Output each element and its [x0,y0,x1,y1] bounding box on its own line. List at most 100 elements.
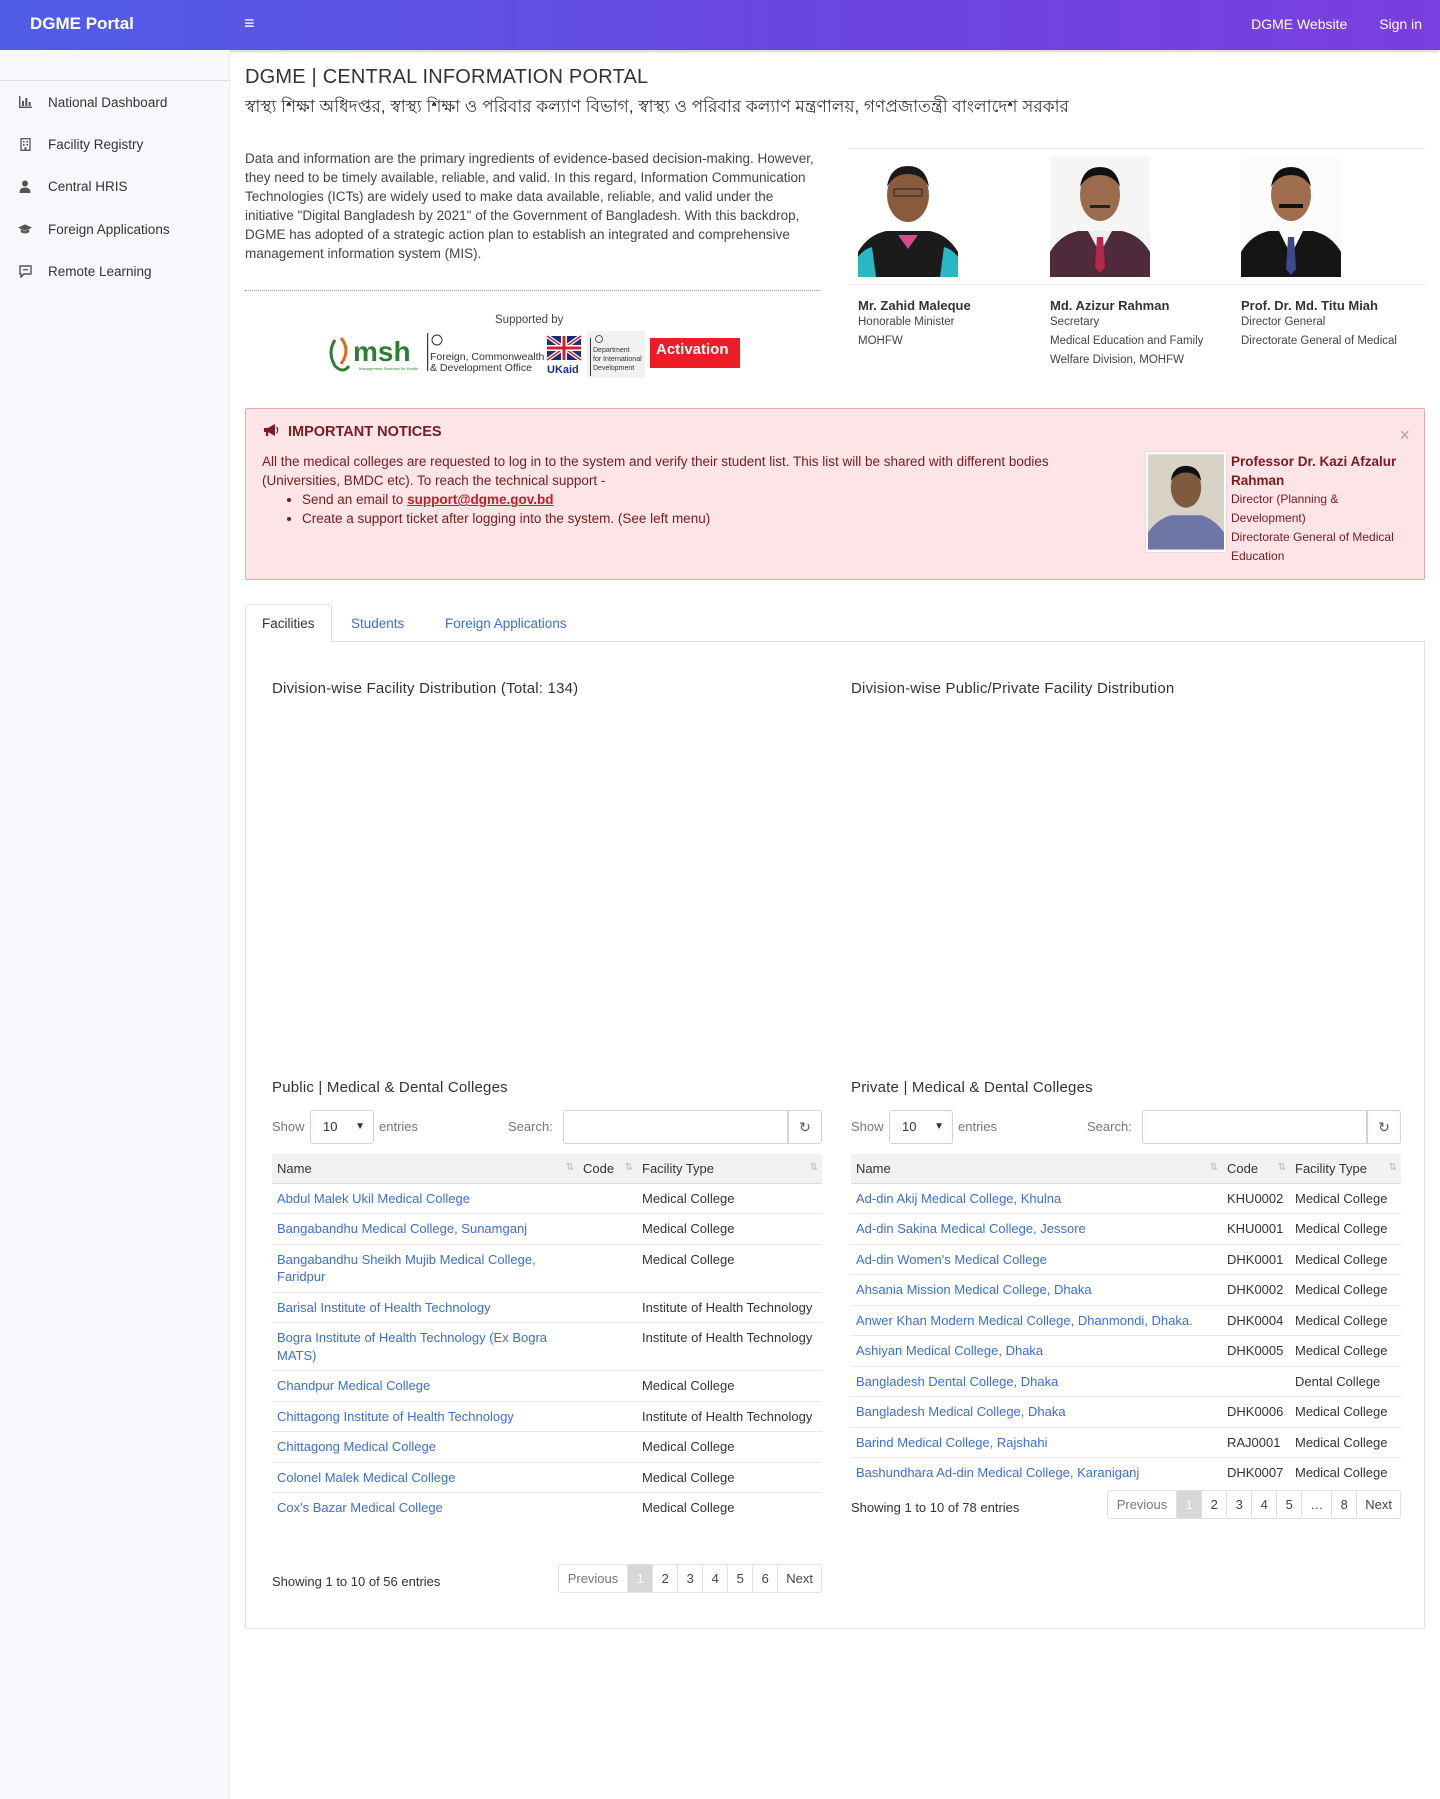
facility-link[interactable]: Ad-din Akij Medical College, Khulna [856,1191,1061,1206]
page-button[interactable]: 4 [1251,1491,1276,1518]
cell-name: Ad-din Akij Medical College, Khulna [851,1183,1222,1214]
facility-link[interactable]: Bogra Institute of Health Technology (Ex… [277,1330,547,1363]
page-button[interactable]: 4 [702,1565,727,1592]
divider [245,290,821,291]
sidebar-item-label: Central HRIS [48,178,128,194]
page-button[interactable]: 2 [652,1565,677,1592]
table-row: Barind Medical College, Rajshahi RAJ0001 M… [851,1426,1401,1458]
previous-page-button[interactable]: Previous [1108,1491,1177,1518]
table-row: Bangabandhu Sheikh Mujib Medical College… [272,1243,822,1292]
cell-code [578,1291,637,1323]
cell-facility-type: Medical College [1290,1274,1401,1305]
table-row: Chittagong Institute of Health Technolog… [272,1400,822,1432]
column-header-facility-type[interactable]: Facility Type ⇅ [1290,1154,1401,1184]
facility-link[interactable]: Ahsania Mission Medical College, Dhaka [856,1282,1092,1297]
cell-facility-type: Medical College [637,1431,822,1462]
search-input[interactable] [1142,1110,1367,1144]
sidebar-item-facility-registry[interactable]: Facility Registry [0,125,230,163]
brand-link[interactable]: DGME Portal [30,14,134,34]
cell-name: Ahsania Mission Medical College, Dhaka [851,1274,1222,1305]
sidebar-item-central-hris[interactable]: Central HRIS [0,167,230,205]
previous-page-button[interactable]: Previous [559,1565,628,1592]
public-colleges-table: Show 10 ▼ entries Search: ↻ Name ⇅ Code ⇅ F… [272,1110,822,1593]
notice-person-name: Professor Dr. Kazi Afzalur Rahman [1231,454,1397,488]
facility-link[interactable]: Bangabandhu Sheikh Mujib Medical College… [277,1252,536,1285]
tab-facilities[interactable]: Facilities [245,604,332,643]
svg-text:Development: Development [593,365,634,372]
sidebar-item-remote-learning[interactable]: Remote Learning [0,252,230,290]
leader-org: Welfare Division, MOHFW [1050,354,1184,366]
sidebar-item-national-dashboard[interactable]: National Dashboard [0,83,230,121]
page-button[interactable]: 3 [1226,1491,1251,1518]
next-page-button[interactable]: Next [777,1565,821,1592]
close-icon[interactable]: × [1399,425,1410,446]
page-button[interactable]: 3 [677,1565,702,1592]
divider [848,148,1425,149]
page-size-select[interactable]: 10 ▼ [310,1110,374,1144]
cell-code [578,1322,637,1371]
page-button[interactable]: 1 [627,1565,653,1592]
cell-name: Bangabandhu Sheikh Mujib Medical College… [272,1243,578,1292]
search-input[interactable] [563,1110,788,1144]
page-button[interactable]: 1 [1176,1491,1202,1518]
page-button[interactable]: 5 [727,1565,752,1592]
next-page-button[interactable]: Next [1356,1491,1400,1518]
tab-foreign-applications[interactable]: Foreign Applications [429,604,583,643]
column-header-code[interactable]: Code ⇅ [578,1154,637,1184]
facility-link[interactable]: Bangabandhu Medical College, Sunamganj [277,1221,527,1236]
refresh-button[interactable]: ↻ [788,1110,822,1144]
support-email-link[interactable]: support@dgme.gov.bd [407,492,553,507]
intro-text: Data and information are the primary ing… [245,151,814,261]
column-header-code[interactable]: Code ⇅ [1222,1154,1290,1184]
cell-name: Chittagong Institute of Health Technolog… [272,1400,578,1432]
dgme-website-link[interactable]: DGME Website [1251,16,1347,32]
facility-link[interactable]: Anwer Khan Modern Medical College, Dhanm… [856,1313,1193,1328]
page-button[interactable]: 2 [1201,1491,1226,1518]
facility-link[interactable]: Chittagong Institute of Health Technolog… [277,1409,514,1424]
page-size-value: 10 [323,1119,338,1134]
facility-link[interactable]: Cox's Bazar Medical College [277,1500,443,1515]
sidebar-item-foreign-applications[interactable]: Foreign Applications [0,210,230,248]
sort-icon: ⇅ [1277,1162,1287,1173]
facility-link[interactable]: Chandpur Medical College [277,1378,430,1393]
notice-person-role: Development) [1231,511,1306,525]
leader-org: Medical Education and Family [1050,335,1204,347]
facility-link[interactable]: Ad-din Sakina Medical College, Jessore [856,1221,1086,1236]
activation-logo: Activation [650,338,740,368]
facility-link[interactable]: Bangladesh Medical College, Dhaka [856,1404,1066,1419]
page-size-select[interactable]: 10 ▼ [889,1110,953,1144]
column-header-name[interactable]: Name ⇅ [851,1154,1222,1184]
cell-facility-type: Medical College [1290,1213,1401,1244]
list-item: Send an email to support@dgme.gov.bd [302,490,1122,509]
tab-students[interactable]: Students [335,604,420,643]
facility-link[interactable]: Colonel Malek Medical College [277,1470,455,1485]
menu-toggle-icon[interactable]: ≡ [244,13,255,34]
column-header-facility-type[interactable]: Facility Type ⇅ [637,1154,822,1184]
page-button[interactable]: 6 [752,1565,777,1592]
facility-link[interactable]: Abdul Malek Ukil Medical College [277,1191,470,1206]
facility-link[interactable]: Barisal Institute of Health Technology [277,1300,491,1315]
facility-link[interactable]: Bashundhara Ad-din Medical College, Kara… [856,1465,1139,1480]
facility-link[interactable]: Bangladesh Dental College, Dhaka [856,1374,1058,1389]
facility-link[interactable]: Chittagong Medical College [277,1439,436,1454]
table-body: Abdul Malek Ukil Medical College Medical … [272,1183,822,1523]
chart-title-public-private-distribution: Division-wise Public/Private Facility Di… [851,680,1175,697]
cell-facility-type: Institute of Health Technology [637,1322,822,1371]
column-header-name[interactable]: Name ⇅ [272,1154,578,1184]
top-navbar: DGME Portal ≡ DGME Website Sign in [0,0,1440,50]
facility-link[interactable]: Ad-din Women's Medical College [856,1252,1047,1267]
cell-code: RAJ0001 [1222,1426,1290,1458]
facility-link[interactable]: Barind Medical College, Rajshahi [856,1435,1048,1450]
facility-link[interactable]: Ashiyan Medical College, Dhaka [856,1343,1043,1358]
search-label: Search: [1087,1119,1132,1134]
cell-name: Ashiyan Medical College, Dhaka [851,1335,1222,1366]
page-button[interactable]: 8 [1331,1491,1356,1518]
notice-email-prefix: Send an email to [302,492,408,507]
cell-name: Chandpur Medical College [272,1370,578,1401]
page-button[interactable]: 5 [1276,1491,1301,1518]
leader-photo [1241,157,1341,277]
sign-in-link[interactable]: Sign in [1379,16,1422,32]
notice-person-photo [1146,452,1226,552]
refresh-button[interactable]: ↻ [1367,1110,1401,1144]
cell-code [578,1243,637,1292]
